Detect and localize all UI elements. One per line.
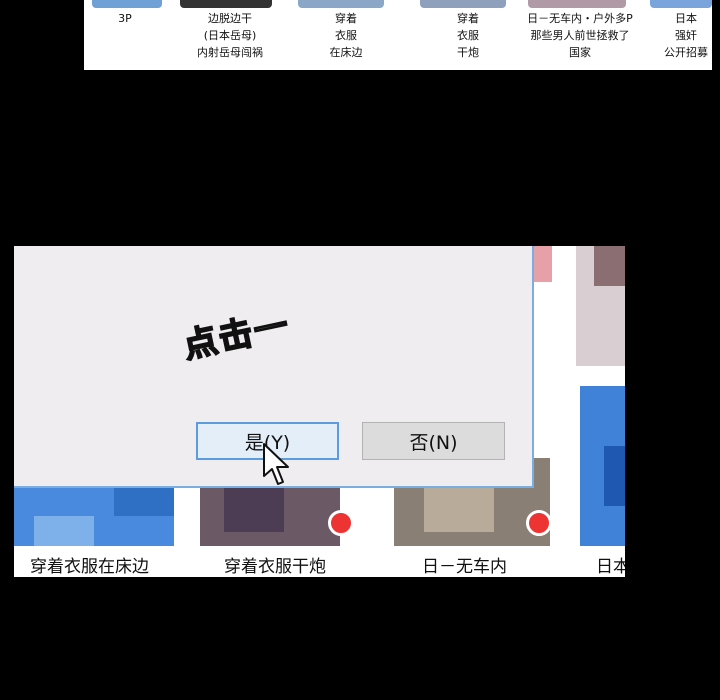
mouse-cursor-icon <box>263 443 289 485</box>
mosaic-block <box>594 246 625 286</box>
record-icon <box>526 510 552 536</box>
click-sound-effect: 点击一 <box>179 304 295 367</box>
mosaic-block <box>604 446 625 506</box>
video-title[interactable]: 日－无车内 <box>422 552 507 577</box>
video-thumbnail[interactable] <box>180 0 272 8</box>
top-video-strip: 3P 边脱边干 (日本岳母) 内射岳母闯祸 穿着 衣服 在床边 穿着 衣服 干炮… <box>84 0 712 70</box>
mosaic-block <box>34 516 94 546</box>
video-caption[interactable]: 穿着 衣服 在床边 <box>306 10 386 61</box>
video-thumbnail[interactable] <box>92 0 162 8</box>
video-caption[interactable]: 边脱边干 (日本岳母) 内射岳母闯祸 <box>178 10 282 61</box>
video-thumbnail[interactable] <box>420 0 506 8</box>
video-caption[interactable]: 穿着 衣服 干炮 <box>428 10 508 61</box>
video-caption[interactable]: 日本 强奸 公开招募 <box>650 10 712 61</box>
video-title[interactable]: 日本 <box>596 552 625 577</box>
video-title[interactable]: 穿着衣服干炮 <box>224 552 326 577</box>
record-icon <box>328 510 354 536</box>
no-button[interactable]: 否(N) <box>362 422 505 460</box>
mosaic-block <box>534 246 552 282</box>
video-thumbnail[interactable] <box>650 0 712 8</box>
video-grid-panel: 点击一 是(Y) 否(N) 穿着衣服在床边 穿着衣服干炮 日－无车内 日本 <box>14 246 625 577</box>
video-caption[interactable]: 日－无车内・户外多P 那些男人前世拯救了 国家 <box>516 10 644 61</box>
video-thumbnail[interactable] <box>528 0 626 8</box>
video-thumbnail[interactable] <box>298 0 384 8</box>
video-caption[interactable]: 3P <box>98 10 152 27</box>
video-title[interactable]: 穿着衣服在床边 <box>30 552 149 577</box>
